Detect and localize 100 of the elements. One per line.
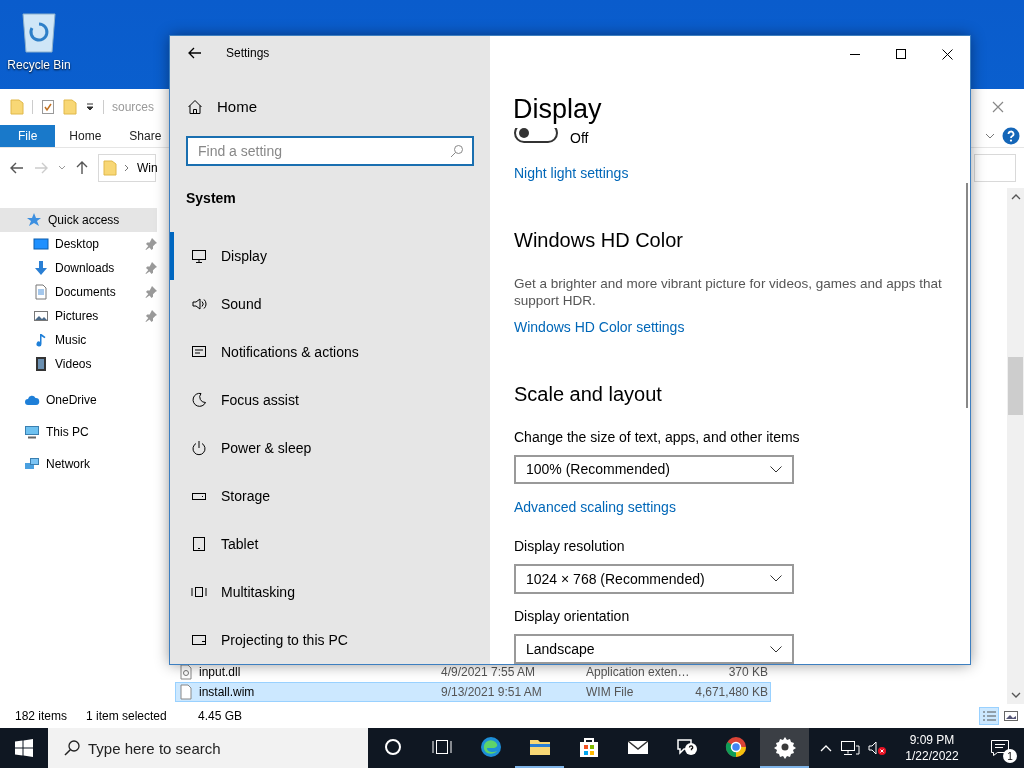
window-title: sources bbox=[112, 100, 155, 114]
nav-item[interactable]: Power & sleep bbox=[170, 424, 490, 472]
ribbon-tab[interactable]: Share bbox=[115, 125, 166, 147]
nav-item[interactable]: Notifications & actions bbox=[170, 328, 490, 376]
chevron-up-icon[interactable] bbox=[820, 744, 832, 752]
nav-item[interactable]: Pictures bbox=[0, 304, 157, 328]
nav-item[interactable]: Tablet bbox=[170, 520, 490, 568]
desktop-icon-label[interactable]: Recycle Bin bbox=[7, 58, 71, 72]
nav-item[interactable]: Videos bbox=[0, 352, 157, 376]
breadcrumb[interactable]: Win bbox=[137, 161, 158, 175]
link[interactable]: Night light settings bbox=[514, 163, 629, 182]
search-icon bbox=[64, 740, 80, 756]
nav-item[interactable]: Music bbox=[0, 328, 157, 352]
notifications-button[interactable]: 1 bbox=[976, 728, 1024, 768]
scrollbar-thumb[interactable] bbox=[1008, 357, 1023, 415]
taskbar-button[interactable] bbox=[760, 728, 809, 768]
chevron-right-icon bbox=[123, 164, 131, 172]
dropdown[interactable]: 1024 × 768 (Recommended) bbox=[514, 563, 794, 594]
speaker-icon bbox=[191, 296, 207, 312]
moon-icon bbox=[191, 392, 207, 408]
file-icon bbox=[179, 684, 193, 700]
description: Get a brighter and more vibrant picture for videos, games and apps that support HDR. bbox=[514, 275, 943, 310]
toggle-switch[interactable] bbox=[514, 128, 558, 143]
nav-item[interactable]: Network bbox=[0, 448, 157, 480]
nav-item[interactable]: OneDrive bbox=[0, 384, 157, 416]
clock[interactable]: 9:09 PM 1/22/2022 bbox=[896, 732, 968, 764]
dropdown-caret-icon[interactable] bbox=[85, 102, 95, 112]
network-icon[interactable] bbox=[840, 740, 860, 756]
chevron-down-icon[interactable] bbox=[58, 164, 66, 172]
file-type: WIM File bbox=[586, 685, 635, 699]
field-label: Display orientation bbox=[514, 607, 630, 626]
nav-item[interactable]: Focus assist bbox=[170, 376, 490, 424]
dropdown[interactable]: 100% (Recommended) bbox=[514, 454, 794, 485]
nav-item[interactable]: Projecting to this PC bbox=[170, 616, 490, 664]
window-title: Settings bbox=[226, 45, 270, 60]
section-heading: Scale and layout bbox=[514, 382, 662, 408]
file-date: 4/9/2021 7:55 AM bbox=[441, 665, 537, 679]
file-name: input.dll bbox=[199, 665, 241, 679]
star-icon bbox=[26, 212, 42, 228]
message-icon bbox=[191, 344, 207, 360]
help-icon[interactable] bbox=[1002, 127, 1020, 145]
scrollbar[interactable] bbox=[1007, 188, 1024, 704]
back-arrow-icon[interactable] bbox=[10, 162, 24, 174]
search-field[interactable]: Find a setting bbox=[186, 136, 474, 167]
status-text: 182 items bbox=[15, 709, 69, 723]
screen-icon bbox=[191, 632, 207, 648]
field-label: Change the size of text, apps, and other items bbox=[514, 427, 800, 446]
chevron-down-icon bbox=[770, 575, 782, 583]
address-bar[interactable]: Win bbox=[98, 154, 156, 182]
settings-icon bbox=[772, 735, 797, 759]
file-row[interactable]: install.wim 9/13/2021 9:51 AM WIM File 4,671,480 KB bbox=[175, 682, 771, 702]
browser-icon bbox=[478, 735, 503, 759]
field-label: Display resolution bbox=[514, 537, 625, 555]
up-arrow-icon[interactable] bbox=[76, 161, 88, 175]
ribbon-tab[interactable]: File bbox=[0, 125, 56, 147]
properties-icon[interactable] bbox=[41, 99, 55, 115]
document-icon bbox=[33, 284, 49, 300]
close-icon bbox=[992, 101, 1004, 113]
nav-item[interactable]: Multitasking bbox=[170, 568, 490, 616]
ribbon-tab[interactable]: Home bbox=[55, 125, 116, 147]
pin-icon[interactable] bbox=[145, 238, 157, 250]
link[interactable]: Windows HD Color settings bbox=[514, 318, 685, 337]
maximize-icon bbox=[896, 49, 906, 59]
computer-icon bbox=[24, 424, 40, 440]
page-title: Display bbox=[512, 92, 603, 126]
file-size: 4,671,480 KB bbox=[694, 685, 768, 699]
folder-icon bbox=[103, 160, 117, 176]
picture-icon bbox=[33, 308, 49, 324]
home-link[interactable]: Home bbox=[170, 83, 490, 130]
gear-file-icon bbox=[179, 664, 193, 680]
nav-item[interactable]: Quick access bbox=[0, 208, 157, 232]
monitor-icon bbox=[191, 248, 207, 264]
nav-item[interactable]: Storage bbox=[170, 472, 490, 520]
power-icon bbox=[191, 440, 207, 456]
nav-item[interactable]: Desktop bbox=[0, 232, 157, 256]
link[interactable]: Advanced scaling settings bbox=[514, 498, 676, 517]
nav-item[interactable]: This PC bbox=[0, 416, 157, 448]
network-icon bbox=[24, 456, 40, 472]
notification-badge: 1 bbox=[1003, 749, 1017, 763]
dropdown[interactable]: Landscape bbox=[514, 634, 794, 664]
pin-icon[interactable] bbox=[145, 286, 157, 298]
chevron-down-icon bbox=[1010, 692, 1021, 698]
file-row[interactable]: input.dll 4/9/2021 7:55 AM Application exten… 370 KB bbox=[175, 662, 771, 682]
browser-icon bbox=[723, 735, 748, 759]
nav-item[interactable]: Sound bbox=[170, 280, 490, 328]
pin-icon[interactable] bbox=[145, 310, 157, 322]
search-field[interactable]: Type here to search bbox=[48, 728, 368, 768]
file-date: 9/13/2021 9:51 AM bbox=[441, 685, 543, 699]
muted-speaker-icon[interactable] bbox=[868, 740, 888, 756]
section-heading: Windows HD Color bbox=[514, 227, 683, 253]
nav-item[interactable]: Downloads bbox=[0, 256, 157, 280]
down-arrow-icon bbox=[33, 260, 49, 276]
chevron-down-icon bbox=[770, 645, 782, 653]
scrollbar[interactable] bbox=[966, 183, 968, 408]
home-icon bbox=[187, 98, 203, 115]
windows-icon bbox=[191, 584, 207, 600]
pin-icon[interactable] bbox=[145, 262, 157, 274]
nav-item[interactable]: Documents bbox=[0, 280, 157, 304]
back-arrow-icon[interactable] bbox=[188, 46, 202, 59]
monitor-icon bbox=[33, 236, 49, 252]
